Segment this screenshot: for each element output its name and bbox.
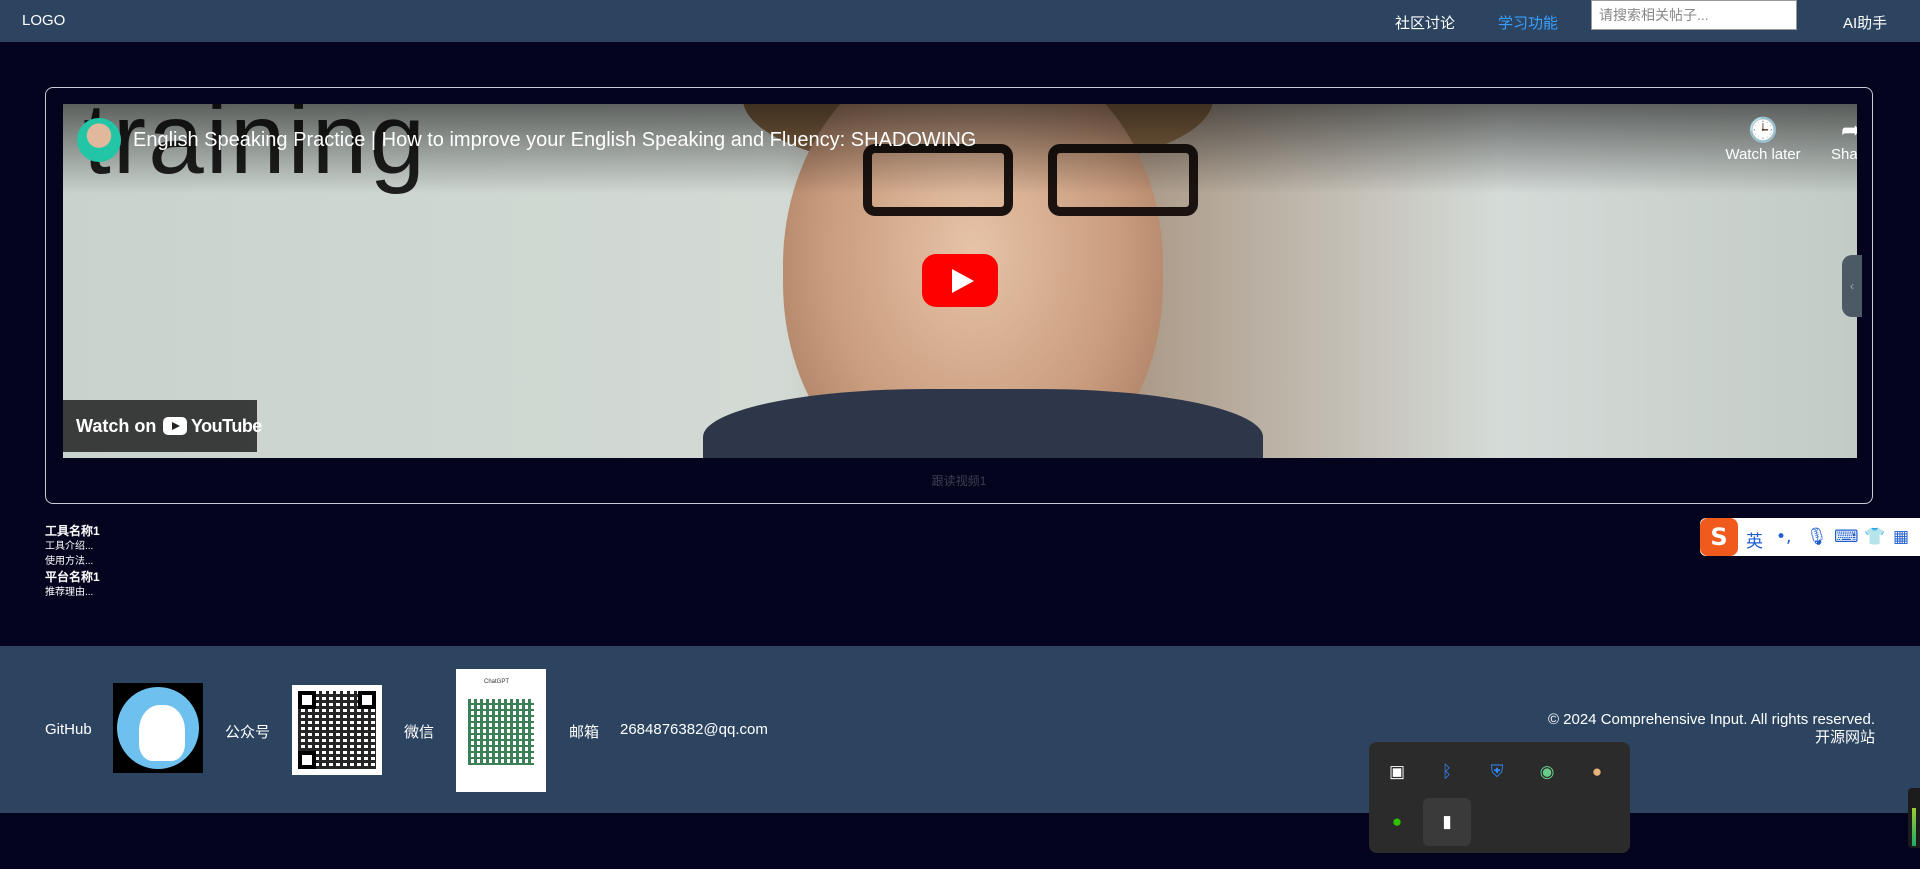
play-button[interactable] (922, 254, 998, 307)
share-button[interactable]: ➦ Share (1806, 116, 1857, 163)
github-label[interactable]: GitHub (45, 721, 92, 738)
video-caption: 跟读视频1 (931, 474, 987, 488)
ime-punctuation-toggle[interactable]: •, (1776, 527, 1791, 547)
wechat-qr-code: ChatGPT (456, 669, 546, 792)
video-title[interactable]: English Speaking Practice | How to impro… (133, 129, 976, 152)
ime-toolbar: S 英 •, 🎙 ⌨ 👕 ▦ (1700, 518, 1920, 556)
microphone-icon[interactable]: 🎙 (1806, 527, 1828, 547)
volume-meter[interactable] (1908, 788, 1920, 848)
chevron-left-icon: ‹ (1850, 279, 1854, 293)
email-address[interactable]: 2684876382@qq.com (620, 721, 768, 738)
github-cat-silhouette (139, 705, 185, 761)
platform-reason: 推荐理由... (45, 587, 94, 598)
clock-icon: 🕒 (1748, 117, 1778, 144)
channel-avatar[interactable] (77, 118, 121, 162)
youtube-wordmark: YouTube (191, 416, 262, 436)
search-input[interactable] (1591, 0, 1797, 30)
tool-name[interactable]: 工具名称1 (45, 523, 100, 539)
qr-pattern (468, 699, 534, 765)
wechat-icon[interactable]: ● (1373, 798, 1421, 846)
youtube-embed[interactable]: training English Speaking Practice | How… (63, 104, 1857, 458)
watch-later-button[interactable]: 🕒 Watch later (1718, 116, 1808, 163)
qr-finder (298, 751, 316, 769)
share-icon: ➦ (1840, 117, 1857, 144)
sogou-logo-icon[interactable]: S (1700, 518, 1738, 556)
tool-usage: 使用方法... (45, 556, 94, 567)
copyright-text: © 2024 Comprehensive Input. All rights r… (1547, 711, 1875, 728)
side-panel-handle[interactable]: ‹ (1842, 255, 1862, 317)
site-footer: GitHub 公众号 微信 ChatGPT 邮箱 2684876382@qq.c… (0, 646, 1920, 813)
tool-description: 工具介绍... (45, 541, 94, 552)
skin-icon[interactable]: 👕 (1864, 527, 1885, 547)
top-navbar: LOGO 社区讨论 学习功能 AI助手 (0, 0, 1920, 42)
youtube-logo-icon (163, 417, 187, 435)
ime-language-toggle[interactable]: 英 (1746, 527, 1763, 552)
calendar-icon[interactable]: ▣ (1373, 748, 1421, 796)
keyboard-icon[interactable]: ⌨ (1834, 527, 1859, 547)
qr-finder (298, 691, 316, 709)
watch-on-label: Watch on (76, 416, 157, 436)
github-image[interactable] (113, 683, 203, 773)
bookmark-app-icon[interactable]: ▮ (1423, 798, 1471, 846)
watch-on-youtube-button[interactable]: Watch on YouTube (63, 400, 262, 452)
security-warning-icon[interactable]: ⛨ (1473, 748, 1521, 796)
video-card: training English Speaking Practice | How… (45, 87, 1873, 504)
video-frame-shirt (703, 389, 1263, 458)
nav-link-learning[interactable]: 学习功能 (1498, 12, 1558, 33)
qr-finder (358, 691, 376, 709)
email-label: 邮箱 (569, 724, 600, 741)
system-tray-popup: ▣ ᛒ ⛨ ◉ ● ● ▮ (1369, 742, 1630, 853)
bluetooth-icon[interactable]: ᛒ (1423, 748, 1471, 796)
nav-link-community[interactable]: 社区讨论 (1395, 12, 1455, 33)
cat-app-icon[interactable]: ● (1573, 748, 1621, 796)
tool-list: 工具名称1 工具介绍... 使用方法... 平台名称1 推荐理由... (45, 523, 100, 600)
nav-link-ai-assistant[interactable]: AI助手 (1843, 12, 1887, 33)
wechat-label: 微信 (404, 724, 435, 741)
owl-app-icon[interactable]: ◉ (1523, 748, 1571, 796)
platform-name[interactable]: 平台名称1 (45, 569, 100, 585)
toolbox-grid-icon[interactable]: ▦ (1893, 527, 1909, 547)
gongzhonghao-label: 公众号 (225, 724, 271, 741)
wechat-qr-name: ChatGPT (484, 679, 510, 685)
share-label: Share (1830, 146, 1857, 163)
watch-later-label: Watch later (1725, 146, 1801, 163)
gongzhonghao-qr-code (292, 685, 382, 775)
site-logo[interactable]: LOGO (22, 12, 65, 29)
